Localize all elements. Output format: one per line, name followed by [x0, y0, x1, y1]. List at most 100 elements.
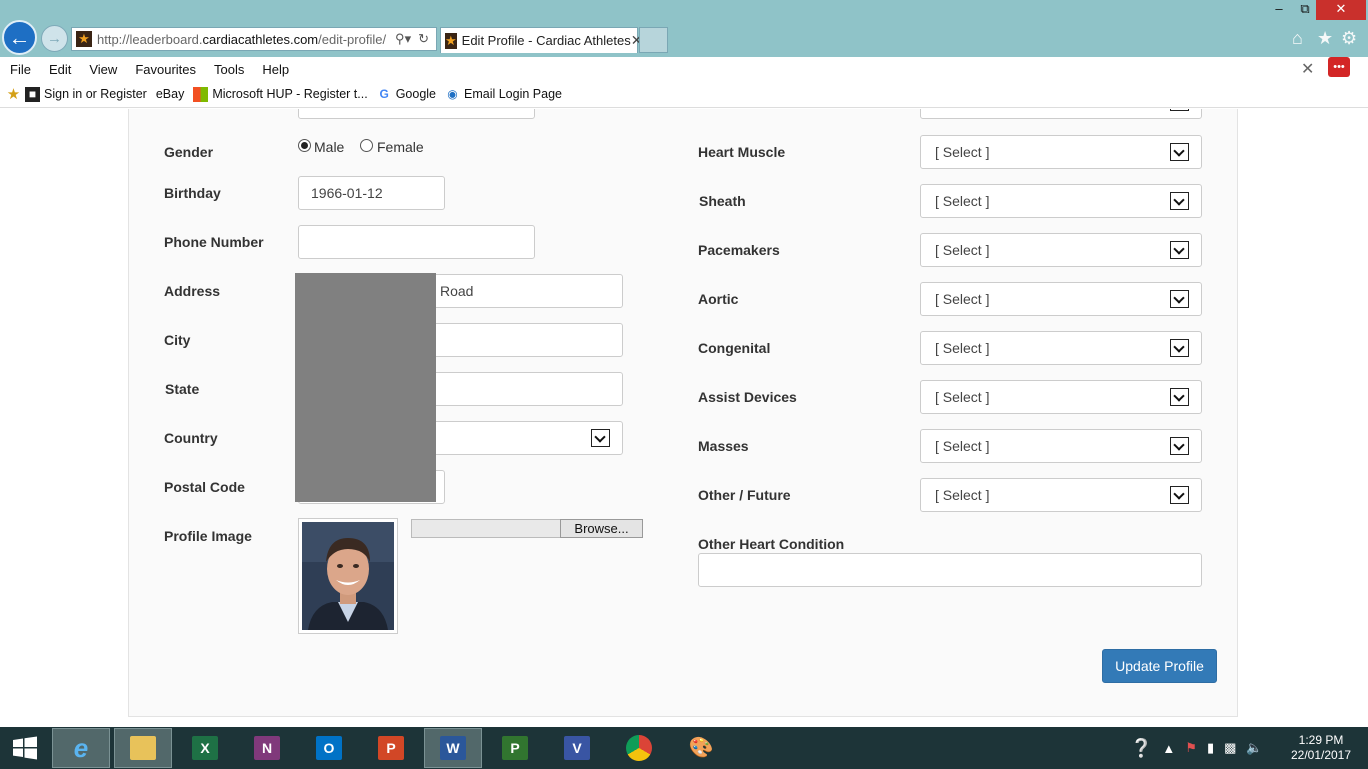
- favourite-sign-in[interactable]: ■ Sign in or Register: [25, 86, 147, 102]
- menu-edit[interactable]: Edit: [39, 62, 79, 77]
- chevron-down-icon: [1170, 143, 1189, 161]
- powerpoint-icon: P: [378, 736, 404, 760]
- congenital-select[interactable]: [ Select ]: [920, 331, 1202, 365]
- gender-male-radio[interactable]: [298, 139, 311, 152]
- taskbar-onenote[interactable]: N: [238, 728, 296, 768]
- masses-select[interactable]: [ Select ]: [920, 429, 1202, 463]
- taskbar-file-explorer[interactable]: [114, 728, 172, 768]
- taskbar-chrome[interactable]: [610, 728, 668, 768]
- site-favicon-icon: ★: [76, 31, 92, 47]
- home-icon[interactable]: ⌂: [1292, 28, 1303, 49]
- pacemakers-select[interactable]: [ Select ]: [920, 233, 1202, 267]
- favourite-google[interactable]: G Google: [377, 87, 436, 102]
- favourite-ebay[interactable]: eBay: [156, 87, 185, 101]
- birthday-field[interactable]: 1966-01-12: [298, 176, 445, 210]
- menu-favourites[interactable]: Favourites: [125, 62, 204, 77]
- sheath-label: Sheath: [699, 193, 746, 209]
- help-alert-icon[interactable]: ❔: [1130, 738, 1152, 759]
- other-heart-condition-field[interactable]: [698, 553, 1202, 587]
- taskbar-outlook[interactable]: O: [300, 728, 358, 768]
- arrow-right-icon: →: [47, 30, 62, 47]
- url-domain: cardiacathletes.com: [202, 31, 319, 47]
- close-toolbar-icon[interactable]: ✕: [1301, 59, 1314, 79]
- taskbar-word[interactable]: W: [424, 728, 482, 768]
- favourite-microsoft-hup[interactable]: Microsoft HUP - Register t...: [193, 86, 368, 102]
- other-future-select[interactable]: [ Select ]: [920, 478, 1202, 512]
- back-button[interactable]: ←: [2, 20, 37, 55]
- condition-select-top[interactable]: [920, 109, 1202, 119]
- phone-label: Phone Number: [164, 234, 264, 250]
- aortic-select[interactable]: [ Select ]: [920, 282, 1202, 316]
- globe-icon: ◉: [447, 86, 458, 101]
- url-text[interactable]: http://leaderboard.cardiacathletes.com/e…: [97, 32, 395, 47]
- addon-icon[interactable]: •••: [1328, 57, 1350, 77]
- gender-male-label[interactable]: Male: [314, 139, 344, 155]
- taskbar-powerpoint[interactable]: P: [362, 728, 420, 768]
- arrow-left-icon: ←: [8, 24, 31, 50]
- tab-edit-profile[interactable]: ★ Edit Profile - Cardiac Athletes ✕: [440, 27, 642, 53]
- clock-time: 1:29 PM: [1298, 733, 1344, 747]
- postal-code-label: Postal Code: [164, 479, 245, 495]
- chevron-down-icon: [1170, 388, 1189, 406]
- taskbar-paint[interactable]: 🎨: [672, 728, 730, 768]
- battery-icon[interactable]: ▮: [1207, 740, 1214, 756]
- google-icon: G: [379, 86, 389, 101]
- palette-icon: 🎨: [688, 737, 714, 759]
- network-icon[interactable]: ▩: [1224, 740, 1236, 756]
- masses-label: Masses: [698, 438, 749, 454]
- forward-button[interactable]: →: [41, 25, 68, 52]
- menu-view[interactable]: View: [79, 62, 125, 77]
- word-icon: W: [440, 736, 466, 760]
- chevron-up-icon[interactable]: ▲: [1162, 741, 1175, 756]
- email-field[interactable]: [298, 109, 535, 119]
- project-icon: P: [502, 736, 528, 760]
- address-bar[interactable]: ★ http://leaderboard.cardiacathletes.com…: [71, 27, 437, 51]
- chevron-down-icon: [1170, 109, 1189, 111]
- start-button[interactable]: [0, 728, 50, 768]
- phone-field[interactable]: [298, 225, 535, 259]
- taskbar-internet-explorer[interactable]: e: [52, 728, 110, 768]
- favourites-star-icon[interactable]: ★: [1317, 28, 1333, 49]
- search-icon[interactable]: ⚲▾: [395, 31, 411, 47]
- taskbar-excel[interactable]: X: [176, 728, 234, 768]
- select-value: [ Select ]: [935, 144, 990, 160]
- refresh-icon[interactable]: ↻: [418, 31, 429, 47]
- gender-female-radio[interactable]: [360, 139, 373, 152]
- tab-title: Edit Profile - Cardiac Athletes: [461, 33, 631, 48]
- menu-tools[interactable]: Tools: [204, 62, 252, 77]
- file-path-field[interactable]: [411, 519, 561, 538]
- sheath-select[interactable]: [ Select ]: [920, 184, 1202, 218]
- update-profile-button[interactable]: Update Profile: [1102, 649, 1217, 683]
- bag-icon: ■: [25, 86, 40, 102]
- gender-female-label[interactable]: Female: [377, 139, 424, 155]
- profile-image-label: Profile Image: [164, 528, 252, 544]
- aortic-label: Aortic: [698, 291, 739, 307]
- heart-muscle-select[interactable]: [ Select ]: [920, 135, 1202, 169]
- taskbar-project[interactable]: P: [486, 728, 544, 768]
- browse-button[interactable]: Browse...: [560, 519, 643, 538]
- assist-devices-label: Assist Devices: [698, 389, 797, 405]
- system-clock[interactable]: 1:29 PM 22/01/2017: [1288, 733, 1354, 763]
- taskbar-visio[interactable]: V: [548, 728, 606, 768]
- close-window-button[interactable]: ✕: [1316, 0, 1366, 20]
- onenote-icon: N: [254, 736, 280, 760]
- favourite-label: Sign in or Register: [44, 87, 147, 101]
- assist-devices-select[interactable]: [ Select ]: [920, 380, 1202, 414]
- volume-icon[interactable]: 🔈: [1246, 740, 1262, 756]
- flag-icon[interactable]: ⚑: [1185, 740, 1197, 756]
- url-path: /edit-profile/: [318, 31, 387, 47]
- favourite-email-login[interactable]: ◉ Email Login Page: [445, 87, 562, 102]
- settings-gear-icon[interactable]: ⚙: [1341, 28, 1357, 49]
- gender-label: Gender: [164, 144, 214, 160]
- city-label: City: [164, 332, 191, 348]
- menu-help[interactable]: Help: [252, 62, 297, 77]
- new-tab-button[interactable]: [639, 27, 668, 53]
- favourites-add-icon[interactable]: ★: [6, 87, 21, 102]
- system-tray: ❔ ▲ ⚑ ▮ ▩ 🔈: [1130, 727, 1273, 769]
- menu-file[interactable]: File: [0, 62, 39, 77]
- favourite-label: eBay: [155, 87, 185, 101]
- chevron-down-icon: [1170, 241, 1189, 259]
- country-label: Country: [164, 430, 218, 446]
- address-label: Address: [164, 283, 221, 299]
- birthday-label: Birthday: [164, 185, 221, 201]
